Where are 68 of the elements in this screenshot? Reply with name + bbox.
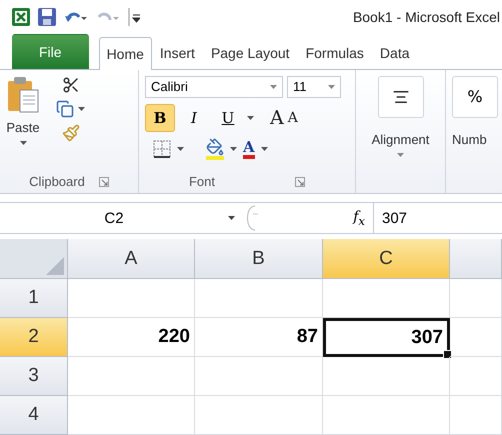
ribbon-tab[interactable]: Formulas bbox=[298, 36, 372, 69]
name-box[interactable]: C2 bbox=[0, 210, 228, 226]
percent-button[interactable]: % bbox=[452, 76, 498, 118]
caret-icon[interactable] bbox=[177, 146, 184, 151]
dialog-launcher-icon[interactable] bbox=[295, 176, 305, 186]
column-header[interactable]: B bbox=[195, 239, 323, 279]
row-header[interactable]: 1 bbox=[0, 279, 68, 318]
row-header[interactable]: 3 bbox=[0, 357, 68, 396]
table-cell[interactable] bbox=[450, 279, 502, 318]
table-cell[interactable] bbox=[323, 357, 450, 396]
formula-field[interactable]: 307 bbox=[373, 203, 502, 233]
caret-icon[interactable] bbox=[230, 146, 237, 151]
caret-icon[interactable] bbox=[247, 116, 254, 120]
table-cell[interactable] bbox=[450, 318, 502, 357]
fill-handle[interactable] bbox=[443, 350, 452, 359]
table-cell[interactable] bbox=[68, 279, 195, 318]
font-name-field[interactable]: Calibri bbox=[145, 76, 283, 98]
font-color-button[interactable]: A bbox=[243, 138, 255, 159]
spreadsheet-logo-icon[interactable] bbox=[12, 8, 30, 26]
paintbrush-icon[interactable] bbox=[62, 124, 80, 142]
ribbon-tab[interactable]: Insert bbox=[152, 36, 203, 69]
column-header[interactable]: C bbox=[323, 239, 450, 279]
table-cell[interactable] bbox=[68, 357, 195, 396]
grow-font-button[interactable]: A bbox=[270, 106, 284, 129]
table-cell[interactable] bbox=[68, 396, 195, 435]
align-center-button[interactable] bbox=[378, 76, 424, 118]
caret-icon[interactable] bbox=[228, 216, 235, 220]
font-size-field[interactable]: 11 bbox=[287, 76, 341, 98]
shrink-font-button[interactable]: A bbox=[288, 110, 298, 126]
font-style-button[interactable]: B bbox=[145, 104, 175, 132]
ribbon-tab[interactable]: Page Layout bbox=[202, 36, 298, 69]
caret-icon[interactable] bbox=[78, 106, 85, 111]
dialog-launcher-icon[interactable] bbox=[98, 176, 109, 186]
caret-icon[interactable] bbox=[20, 140, 26, 145]
ribbon-tab[interactable]: Home bbox=[98, 36, 152, 70]
table-cell[interactable]: 220 bbox=[68, 318, 195, 357]
row-header[interactable]: 2 bbox=[0, 318, 68, 357]
borders-icon[interactable] bbox=[153, 140, 171, 158]
font-style-button[interactable]: U bbox=[213, 104, 243, 132]
active-cell[interactable]: 307 bbox=[323, 318, 450, 357]
font-style-button[interactable]: I bbox=[179, 104, 209, 132]
caret-icon[interactable] bbox=[260, 146, 268, 151]
row-header[interactable]: 4 bbox=[0, 396, 68, 435]
table-cell[interactable]: 87 bbox=[195, 318, 323, 357]
ribbon-tab[interactable]: Data bbox=[372, 36, 418, 69]
alignment-label[interactable]: Alignment bbox=[372, 132, 430, 147]
group-label: Clipboard bbox=[29, 174, 85, 189]
fill-bucket-icon[interactable] bbox=[206, 138, 224, 160]
window-title: Book1 - Microsoft Excel bbox=[352, 8, 500, 25]
scissors-icon[interactable] bbox=[62, 76, 80, 94]
copy-icon[interactable] bbox=[56, 100, 74, 118]
insert-function-button[interactable]: f$_{x}$ bbox=[345, 208, 373, 228]
group-label: Font bbox=[188, 174, 215, 189]
paste-label[interactable]: Paste bbox=[6, 120, 40, 135]
clipboard-icon[interactable] bbox=[6, 76, 40, 114]
corner-triangle-icon bbox=[46, 257, 64, 275]
file-tab[interactable]: File bbox=[12, 34, 89, 69]
save-icon[interactable] bbox=[38, 8, 56, 26]
table-cell[interactable] bbox=[195, 357, 323, 396]
table-cell[interactable] bbox=[195, 279, 323, 318]
number-label[interactable]: Numb bbox=[452, 132, 487, 147]
column-header[interactable]: A bbox=[68, 239, 195, 279]
customize-toolbar-icon[interactable] bbox=[128, 8, 140, 26]
table-cell[interactable] bbox=[323, 396, 450, 435]
table-cell[interactable] bbox=[195, 396, 323, 435]
table-cell[interactable] bbox=[323, 279, 450, 318]
table-cell[interactable] bbox=[450, 396, 502, 435]
table-cell[interactable] bbox=[450, 357, 502, 396]
